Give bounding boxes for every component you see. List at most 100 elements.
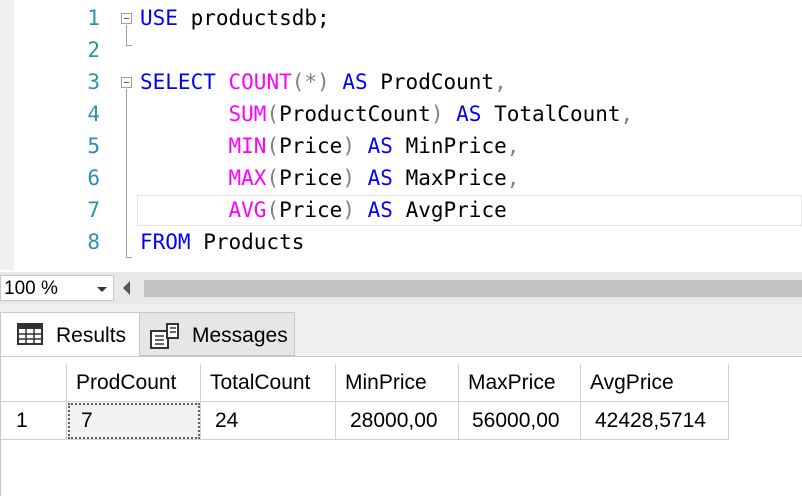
sql-identifier bbox=[140, 134, 229, 158]
sql-identifier: MinPrice bbox=[392, 134, 507, 158]
sql-keyword: AS bbox=[367, 134, 393, 158]
grid-corner-cell[interactable] bbox=[0, 364, 67, 402]
sql-operator: ) bbox=[430, 102, 444, 126]
messages-icon bbox=[150, 323, 180, 354]
column-header-prodcount[interactable]: ProdCount bbox=[67, 364, 201, 402]
table-cell-totalcount[interactable]: 24 bbox=[201, 402, 336, 440]
cell-value: 42428,5714 bbox=[595, 409, 706, 432]
code-line[interactable]: 6 MAX(Price) AS MaxPrice, bbox=[0, 162, 802, 194]
code-text: SELECT COUNT(*) AS ProdCount, bbox=[140, 66, 507, 98]
code-line[interactable]: 4 SUM(ProductCount) AS TotalCount, bbox=[0, 98, 802, 130]
code-line[interactable]: 2 bbox=[0, 34, 802, 66]
sql-operator: (*) bbox=[291, 70, 330, 94]
sql-keyword: SELECT bbox=[140, 70, 216, 94]
collapse-toggle-line-1[interactable] bbox=[121, 13, 132, 24]
sql-function: AVG bbox=[228, 198, 267, 222]
column-header-minprice[interactable]: MinPrice bbox=[336, 364, 459, 402]
sql-function: COUNT bbox=[228, 70, 292, 94]
column-header-maxprice[interactable]: MaxPrice bbox=[459, 364, 581, 402]
sql-keyword: AS bbox=[456, 102, 482, 126]
sql-identifier: Price bbox=[279, 166, 343, 190]
sql-operator: ) bbox=[342, 134, 355, 158]
row-number: 1 bbox=[16, 409, 28, 432]
table-cell-maxprice[interactable]: 56000,00 bbox=[459, 402, 581, 440]
line-number: 3 bbox=[87, 70, 100, 94]
sql-identifier bbox=[140, 102, 229, 126]
grid-border bbox=[0, 356, 1, 496]
code-line[interactable]: 5 MIN(Price) AS MinPrice, bbox=[0, 130, 802, 162]
sql-operator: ( bbox=[266, 198, 280, 222]
sql-identifier bbox=[216, 70, 229, 94]
sql-identifier: ProdCount bbox=[367, 70, 495, 94]
fold-guide-end bbox=[126, 45, 132, 46]
tab-messages[interactable]: Messages bbox=[140, 312, 295, 356]
results-tabstrip: Results Messages bbox=[0, 304, 802, 356]
column-header-avgprice[interactable]: AvgPrice bbox=[581, 364, 729, 402]
sql-function: MIN bbox=[228, 134, 267, 158]
table-cell-avgprice[interactable]: 42428,5714 bbox=[581, 402, 729, 440]
sql-function: SUM bbox=[228, 102, 267, 126]
horizontal-scrollbar-thumb[interactable] bbox=[144, 280, 802, 297]
sql-identifier: AvgPrice bbox=[392, 198, 507, 222]
code-line[interactable]: 7 AVG(Price) AS AvgPrice bbox=[0, 194, 802, 226]
sql-operator: , bbox=[506, 134, 520, 158]
sql-identifier bbox=[443, 102, 456, 126]
sql-function: MAX bbox=[228, 166, 267, 190]
sql-keyword: AS bbox=[367, 166, 393, 190]
cell-value: 56000,00 bbox=[472, 409, 560, 432]
sql-identifier bbox=[140, 166, 229, 190]
sql-operator: , bbox=[620, 102, 634, 126]
code-text: MAX(Price) AS MaxPrice, bbox=[140, 162, 520, 194]
sql-identifier bbox=[355, 166, 368, 190]
results-grid: ProdCount TotalCount MinPrice MaxPrice A… bbox=[0, 356, 802, 496]
line-number: 7 bbox=[87, 198, 100, 222]
sql-operator: ( bbox=[266, 134, 280, 158]
code-text: AVG(Price) AS AvgPrice bbox=[140, 194, 507, 226]
column-header-label: MaxPrice bbox=[468, 371, 556, 394]
row-header[interactable]: 1 bbox=[0, 402, 67, 440]
code-line[interactable]: 8 FROM Products bbox=[0, 226, 802, 258]
sql-operator: ( bbox=[266, 102, 280, 126]
sql-identifier bbox=[355, 134, 368, 158]
scroll-left-arrow-icon[interactable] bbox=[123, 281, 130, 295]
collapse-toggle-line-3[interactable] bbox=[121, 77, 132, 88]
sql-operator: ( bbox=[266, 166, 280, 190]
line-number: 6 bbox=[87, 166, 100, 190]
cell-value: 28000,00 bbox=[350, 409, 438, 432]
fold-guide bbox=[126, 25, 127, 45]
cell-value: 24 bbox=[215, 409, 239, 432]
sql-identifier bbox=[330, 70, 343, 94]
code-text: MIN(Price) AS MinPrice, bbox=[140, 130, 520, 162]
sql-operator: , bbox=[506, 166, 520, 190]
sql-operator: ) bbox=[342, 198, 355, 222]
sql-identifier: TotalCount bbox=[481, 102, 621, 126]
sql-identifier bbox=[355, 198, 368, 222]
table-cell-minprice[interactable]: 28000,00 bbox=[336, 402, 459, 440]
table-cell-prodcount[interactable]: 7 bbox=[67, 402, 201, 440]
sql-keyword: FROM bbox=[140, 230, 191, 254]
sql-operator: , bbox=[494, 70, 507, 94]
query-editor[interactable]: 1 USE productsdb; 2 3 SELECT COUNT(*) AS Pro… bbox=[0, 0, 802, 270]
chevron-down-icon bbox=[97, 287, 107, 292]
sql-identifier bbox=[140, 198, 229, 222]
tab-messages-label: Messages bbox=[192, 324, 288, 347]
zoom-dropdown[interactable]: 100 % bbox=[0, 275, 114, 301]
code-text: SUM(ProductCount) AS TotalCount, bbox=[140, 98, 634, 130]
sql-identifier: productsdb; bbox=[177, 6, 330, 30]
tab-results[interactable]: Results bbox=[0, 312, 140, 356]
sql-keyword: AS bbox=[342, 70, 368, 94]
code-text: FROM Products bbox=[140, 226, 304, 258]
column-header-label: TotalCount bbox=[210, 371, 311, 394]
sql-keyword: AS bbox=[367, 198, 393, 222]
sql-identifier: Price bbox=[279, 198, 343, 222]
line-number: 5 bbox=[87, 134, 100, 158]
sql-identifier: ProductCount bbox=[279, 102, 431, 126]
line-number: 8 bbox=[87, 230, 100, 254]
tab-results-label: Results bbox=[56, 324, 127, 347]
line-number: 4 bbox=[87, 102, 100, 126]
column-header-totalcount[interactable]: TotalCount bbox=[201, 364, 336, 402]
column-header-label: AvgPrice bbox=[590, 371, 674, 394]
column-header-label: MinPrice bbox=[345, 371, 427, 394]
cell-value: 7 bbox=[81, 409, 93, 432]
grid-icon bbox=[17, 323, 43, 350]
